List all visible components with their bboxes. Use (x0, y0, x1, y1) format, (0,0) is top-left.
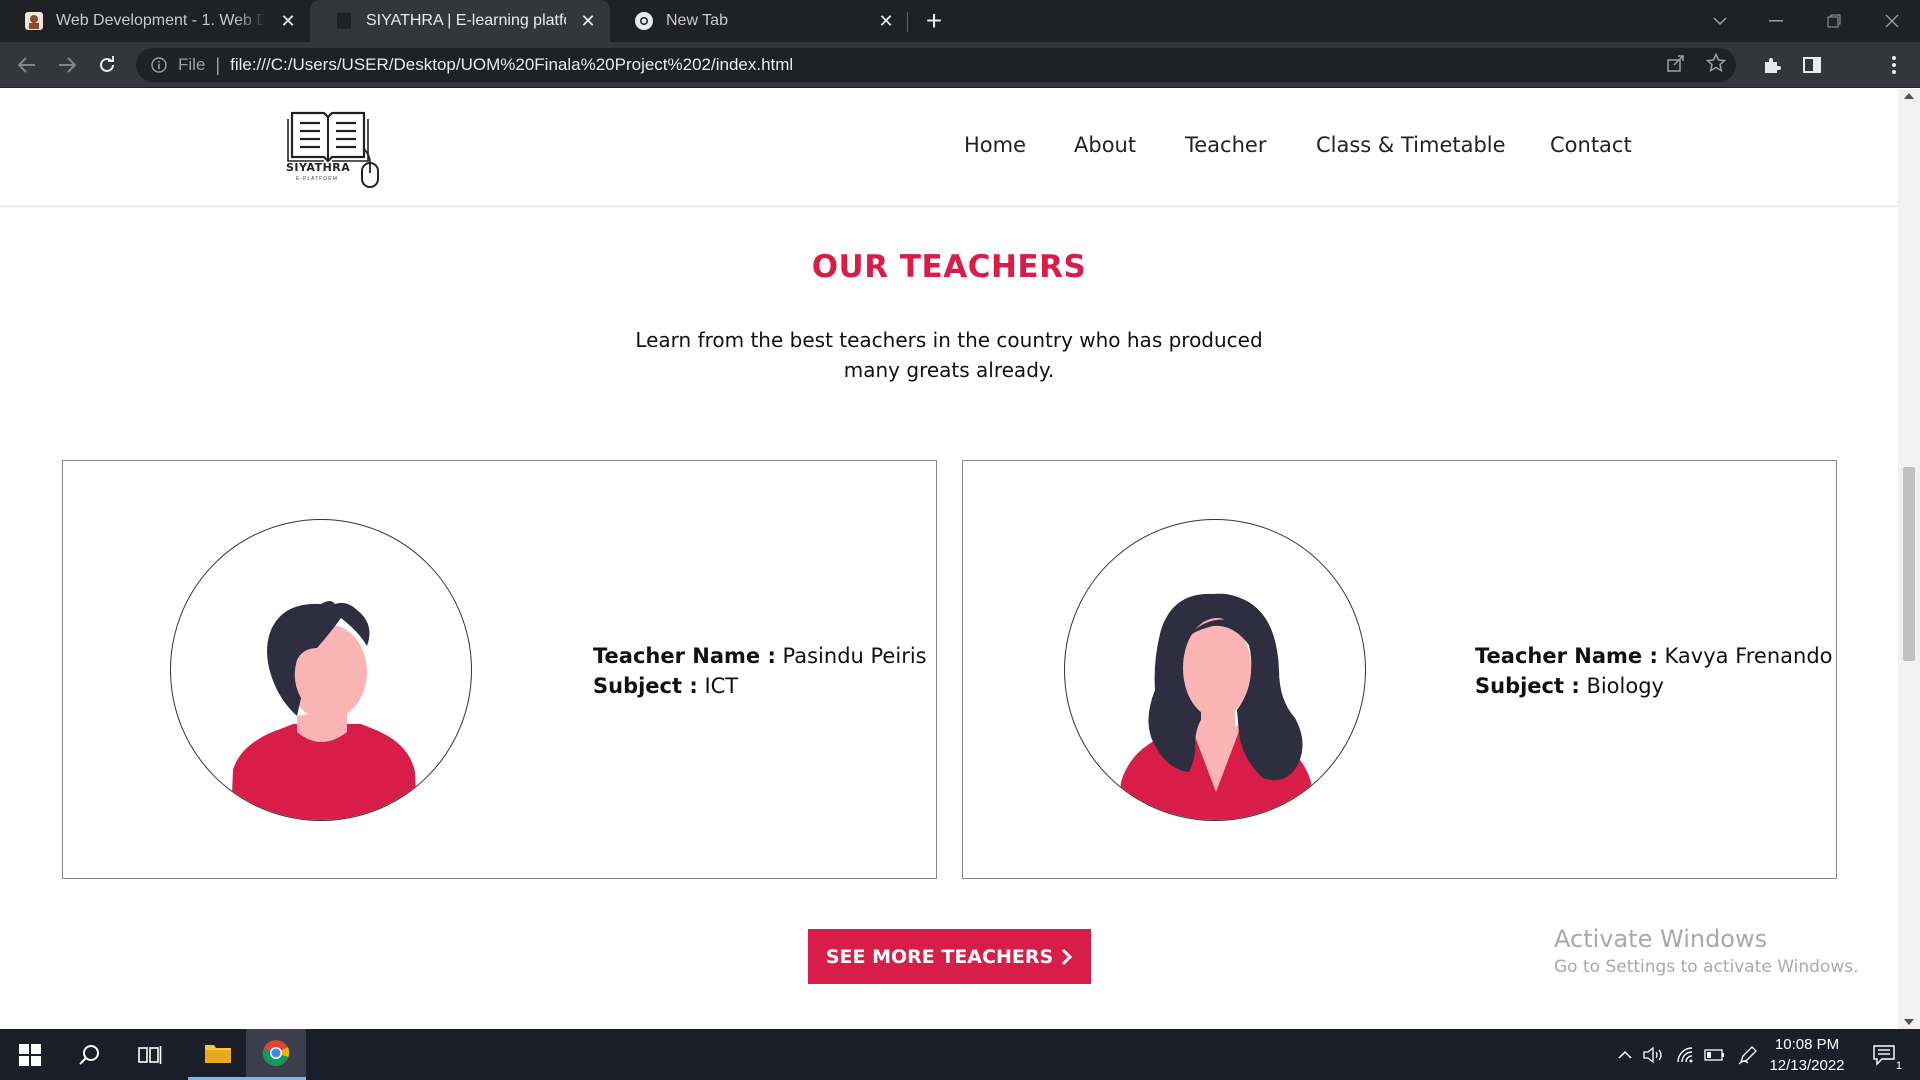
subject-label: Subject : (1475, 674, 1580, 698)
tray-chevron-up-icon[interactable] (1612, 1029, 1638, 1080)
watermark-title: Activate Windows (1554, 925, 1768, 953)
nav-about[interactable]: About (1074, 133, 1136, 157)
nav-class-timetable[interactable]: Class & Timetable (1316, 133, 1506, 157)
teacher-name: Kavya Frenando (1664, 644, 1833, 668)
menu-kebab-icon[interactable] (1882, 53, 1906, 77)
logo-subtext: E-PLATFORM (296, 176, 338, 182)
address-separator: | (215, 54, 221, 75)
info-icon[interactable] (150, 56, 168, 74)
browser-toolbar: File | file:///C:/Users/USER/Desktop/UOM… (0, 42, 1920, 121)
browser-tab-strip: Web Development - 1. Web Design ✕ SIYATH… (0, 0, 1920, 42)
close-icon[interactable]: ✕ (278, 11, 298, 31)
teacher-info: Teacher Name : Pasindu Peiris Subject : … (593, 641, 927, 701)
share-icon[interactable] (1666, 53, 1686, 78)
url-text[interactable]: file:///C:/Users/USER/Desktop/UOM%20Fina… (230, 55, 793, 75)
reload-icon[interactable] (91, 49, 123, 81)
address-bar[interactable]: File | file:///C:/Users/USER/Desktop/UOM… (136, 48, 1736, 82)
tab-siyathra[interactable]: SIYATHRA | E-learning platform ✕ (310, 0, 610, 42)
tab-web-development[interactable]: Web Development - 1. Web Design ✕ (0, 0, 310, 42)
activate-windows-watermark: Activate Windows Go to Settings to activ… (1554, 925, 1859, 977)
notifications-icon[interactable]: 1 (1864, 1029, 1904, 1080)
teacher-card: Teacher Name : Pasindu Peiris Subject : … (62, 460, 937, 879)
clock-time: 10:08 PM (1774, 1036, 1840, 1053)
teacher-name: Pasindu Peiris (782, 644, 927, 668)
tab-new-tab[interactable]: New Tab ✕ (610, 0, 908, 42)
windows-taskbar: 10:08 PM 12/13/2022 1 (0, 1029, 1920, 1080)
close-icon[interactable]: ✕ (578, 11, 598, 31)
back-arrow-icon[interactable] (11, 49, 43, 81)
start-windows-icon[interactable] (0, 1029, 60, 1080)
search-icon[interactable] (60, 1029, 120, 1080)
system-clock[interactable]: 10:08 PM 12/13/2022 (1762, 1034, 1852, 1076)
page-scrollbar[interactable] (1898, 89, 1920, 1029)
nav-home[interactable]: Home (964, 133, 1026, 157)
site-logo[interactable]: SIYATHRA E-PLATFORM (286, 105, 386, 191)
teacher-subject: Biology (1586, 674, 1664, 698)
page-viewport: SIYATHRA E-PLATFORM Home About Teacher C… (0, 89, 1898, 1029)
close-window-icon[interactable] (1864, 0, 1920, 42)
minimize-icon[interactable] (1748, 0, 1804, 42)
scheme-label: File (178, 55, 206, 74)
forward-arrow-icon[interactable] (51, 49, 83, 81)
section-subtitle: Learn from the best teachers in the coun… (635, 328, 1263, 382)
watermark-subtitle: Go to Settings to activate Windows. (1554, 957, 1859, 977)
scroll-up-arrow-icon[interactable] (1904, 93, 1914, 99)
file-explorer-icon[interactable] (188, 1029, 248, 1080)
extensions-puzzle-icon[interactable] (1760, 53, 1784, 77)
pen-workspace-icon[interactable] (1734, 1029, 1762, 1080)
chevron-right-icon (1062, 948, 1073, 965)
chrome-icon (634, 11, 654, 31)
udemy-favicon-icon (24, 11, 44, 31)
tab-search-chevron-icon[interactable] (1692, 0, 1748, 42)
site-header: SIYATHRA E-PLATFORM Home About Teacher C… (0, 89, 1898, 207)
scroll-down-arrow-icon[interactable] (1904, 1019, 1914, 1025)
tab-separator (907, 12, 908, 32)
new-tab-plus-icon[interactable]: + (919, 5, 949, 36)
teacher-info: Teacher Name : Kavya Frenando Subject : … (1475, 641, 1833, 701)
battery-icon[interactable] (1700, 1029, 1730, 1080)
chrome-taskbar-icon[interactable] (246, 1029, 306, 1080)
teacher-subject: ICT (704, 674, 739, 698)
page-favicon-icon (334, 11, 354, 31)
see-more-teachers-button[interactable]: SEE MORE TEACHERS (808, 929, 1091, 984)
wifi-icon[interactable] (1672, 1029, 1700, 1080)
task-view-icon[interactable] (120, 1029, 180, 1080)
nav-teacher[interactable]: Teacher (1185, 133, 1266, 157)
tab-title: New Tab (666, 12, 728, 29)
side-panel-icon[interactable] (1800, 53, 1824, 77)
teacher-avatar-female (1064, 519, 1366, 821)
notification-count: 1 (1895, 1060, 1902, 1072)
subject-label: Subject : (593, 674, 698, 698)
nav-contact[interactable]: Contact (1550, 133, 1632, 157)
male-avatar-icon (231, 601, 417, 820)
female-avatar-icon (1117, 593, 1315, 820)
close-icon[interactable]: ✕ (876, 11, 896, 31)
tab-title: SIYATHRA | E-learning platform (366, 12, 566, 29)
teacher-name-label: Teacher Name : (1475, 644, 1658, 668)
tab-title: Web Development - 1. Web Design (56, 12, 266, 29)
section-title: OUR TEACHERS (811, 249, 1087, 285)
see-more-label: SEE MORE TEACHERS (825, 945, 1054, 968)
teacher-avatar-male (170, 519, 472, 821)
logo-text: SIYATHRA (286, 161, 351, 174)
teacher-name-label: Teacher Name : (593, 644, 776, 668)
scrollbar-thumb[interactable] (1903, 467, 1915, 661)
clock-date: 12/13/2022 (1769, 1057, 1845, 1074)
restore-icon[interactable] (1806, 0, 1862, 42)
teacher-card: Teacher Name : Kavya Frenando Subject : … (962, 460, 1837, 879)
bookmark-star-icon[interactable] (1705, 52, 1727, 78)
volume-icon[interactable] (1640, 1029, 1668, 1080)
